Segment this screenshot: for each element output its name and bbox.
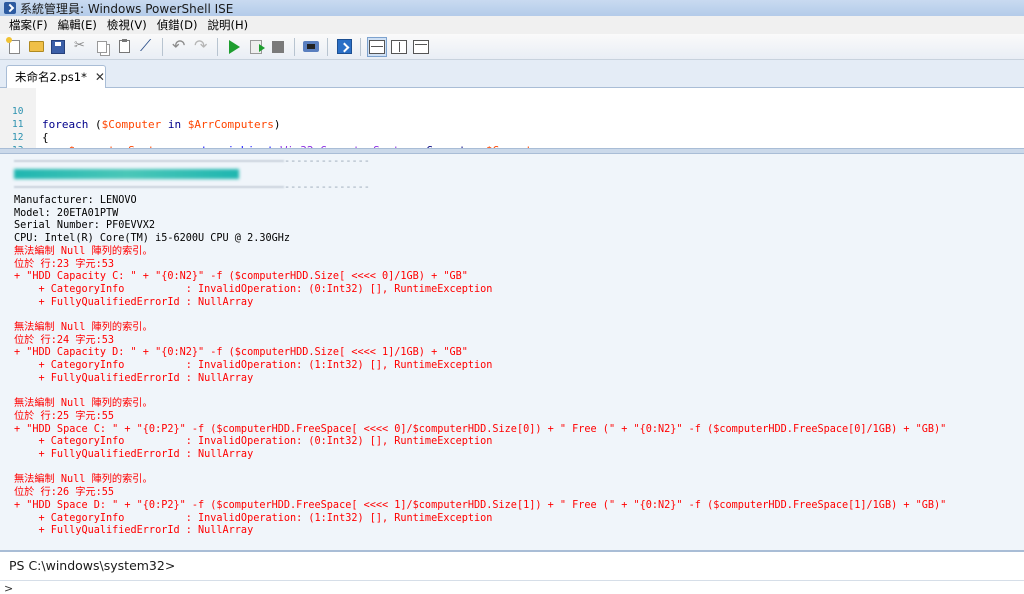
error-output-line: 無法編制 Null 陣列的索引。 xyxy=(14,322,153,333)
stop-button[interactable] xyxy=(268,37,288,57)
paste-icon xyxy=(118,39,130,53)
save-icon xyxy=(51,39,65,54)
redacted-heading xyxy=(14,169,239,182)
new-file-button[interactable] xyxy=(4,36,24,57)
output-line: Model: 20ETA01PTW xyxy=(14,207,119,219)
error-output-line: + FullyQualifiedErrorId : NullArray xyxy=(14,525,254,537)
layout-top-icon xyxy=(369,39,385,54)
error-output-line: 無法編制 Null 陣列的索引。 xyxy=(14,474,153,486)
menu-bar: 檔案(F) 編輯(E) 檢視(V) 偵錯(D) 說明(H) xyxy=(0,16,1024,34)
copy-icon xyxy=(97,40,107,53)
redacted-separator xyxy=(14,186,284,188)
redacted-separator xyxy=(14,160,284,162)
save-button[interactable] xyxy=(48,37,68,57)
error-output-line: 位於 行:26 字元:55 xyxy=(14,487,115,499)
output-line: Serial Number: PF0EVVX2 xyxy=(14,220,156,232)
redo-button[interactable] xyxy=(191,36,211,57)
powershell-icon xyxy=(336,39,352,54)
paste-button[interactable] xyxy=(114,37,134,57)
error-output-line: + CategoryInfo : InvalidOperation: (0:In… xyxy=(14,283,493,295)
run-selection-button[interactable] xyxy=(246,37,266,57)
code-line: 11 { xyxy=(0,105,49,144)
layout-top-button[interactable] xyxy=(367,36,387,57)
layout-right-button[interactable] xyxy=(389,37,409,57)
powershell-app-icon xyxy=(4,2,16,14)
output-line: CPU: Intel(R) Core(TM) i5-6200U CPU @ 2.… xyxy=(14,233,291,245)
toolbar-separator xyxy=(327,37,328,56)
error-output-line: + CategoryInfo : InvalidOperation: (0:In… xyxy=(14,436,493,448)
run-script-button[interactable] xyxy=(224,37,244,57)
menu-file[interactable]: 檔案(F) xyxy=(4,17,53,33)
error-output-line: 位於 行:25 字元:55 xyxy=(14,410,115,422)
menu-edit[interactable]: 編輯(E) xyxy=(53,17,102,33)
error-output-line: + CategoryInfo : InvalidOperation: (1:In… xyxy=(14,512,493,524)
layout-max-icon xyxy=(413,39,429,54)
code-text: foreach ($Computer in $ArrComputers) xyxy=(42,118,281,131)
error-output-line: + FullyQualifiedErrorId : NullArray xyxy=(14,449,254,460)
powershell-prompt: PS C:\windows\system32> xyxy=(9,558,176,573)
separator-line: -------------- xyxy=(14,156,370,169)
error-output-line: + FullyQualifiedErrorId : NullArray xyxy=(14,372,254,384)
clear-icon xyxy=(139,36,153,56)
run-icon xyxy=(228,39,240,54)
redacted-text xyxy=(14,169,239,179)
remote-powershell-button[interactable] xyxy=(301,37,321,57)
error-output-line: 無法編制 Null 陣列的索引。 xyxy=(14,398,153,410)
tab-label: 未命名2.ps1* xyxy=(15,70,87,84)
menu-debug[interactable]: 偵錯(D) xyxy=(152,17,203,33)
menu-view[interactable]: 檢視(V) xyxy=(102,17,152,33)
run-selection-icon xyxy=(250,39,265,54)
command-pane[interactable]: PS C:\windows\system32> > xyxy=(0,550,1024,594)
toolbar-separator xyxy=(360,37,361,56)
toolbar xyxy=(0,34,1024,60)
cut-icon xyxy=(74,38,86,54)
code-line: 10 foreach ($Computer in $ArrComputers) xyxy=(0,92,280,131)
script-editor[interactable]: 10 foreach ($Computer in $ArrComputers) … xyxy=(0,88,1024,148)
remote-powershell-icon xyxy=(303,41,319,52)
stop-icon xyxy=(272,40,284,53)
output-line: Manufacturer: LENOVO xyxy=(14,195,137,206)
script-tab-strip: 未命名2.ps1* ✕ xyxy=(0,60,1024,88)
toolbar-separator xyxy=(162,37,163,56)
error-output-line: + "HDD Space C: " + "{0:P2}" -f ($comput… xyxy=(14,423,947,435)
menu-help[interactable]: 說明(H) xyxy=(203,17,254,33)
layout-right-icon xyxy=(391,39,407,54)
undo-icon xyxy=(172,36,186,55)
cut-button[interactable] xyxy=(70,37,90,57)
code-text: { xyxy=(42,131,49,144)
new-file-icon xyxy=(5,36,20,54)
window-title: 系統管理員: Windows PowerShell ISE xyxy=(20,1,234,16)
code-line: 13 $computerBIOS = get-wmiobject Win32_B… xyxy=(0,131,27,148)
error-output-line: + "HDD Capacity D: " + "{0:N2}" -f ($com… xyxy=(14,347,468,359)
command-input[interactable]: > xyxy=(0,580,1024,594)
close-icon[interactable]: ✕ xyxy=(95,70,105,84)
error-output-line: + FullyQualifiedErrorId : NullArray xyxy=(14,296,254,308)
undo-button[interactable] xyxy=(169,36,189,57)
tab-untitled2[interactable]: 未命名2.ps1* ✕ xyxy=(6,65,106,88)
code-line: 12 $computerSystem = get-wmiobject Win32… xyxy=(0,118,545,148)
redo-icon xyxy=(194,36,208,55)
copy-button[interactable] xyxy=(92,37,112,57)
error-output-line: + "HDD Space D: " + "{0:P2}" -f ($comput… xyxy=(14,499,947,511)
clear-output-button[interactable] xyxy=(136,36,156,57)
input-caret: > xyxy=(4,582,14,594)
error-output-line: 無法編制 Null 陣列的索引。 xyxy=(14,245,153,257)
error-output-line: + CategoryInfo : InvalidOperation: (1:In… xyxy=(14,360,493,372)
open-button[interactable] xyxy=(26,37,46,57)
output-pane[interactable]: -------------- -------------- Manufactur… xyxy=(0,154,1024,550)
layout-max-button[interactable] xyxy=(411,37,431,57)
start-powershell-button[interactable] xyxy=(334,37,354,57)
toolbar-separator xyxy=(294,37,295,56)
open-folder-icon xyxy=(28,41,44,52)
toolbar-separator xyxy=(217,37,218,56)
error-output-line: 位於 行:24 字元:53 xyxy=(14,334,115,346)
separator-line: -------------- xyxy=(14,182,370,195)
error-output-line: + "HDD Capacity C: " + "{0:N2}" -f ($com… xyxy=(14,271,468,283)
error-output-line: 位於 行:23 字元:53 xyxy=(14,258,115,270)
title-bar: 系統管理員: Windows PowerShell ISE xyxy=(0,0,1024,16)
